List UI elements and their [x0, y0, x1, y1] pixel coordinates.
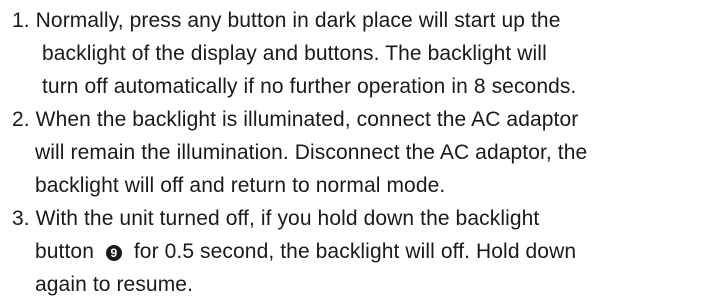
item-2-text-line-3: backlight will off and return to normal … [35, 174, 446, 197]
item-2-text-line-2: will remain the illumination. Disconnect… [35, 141, 588, 164]
item-1-text-line-3: turn off automatically if no further ope… [42, 75, 577, 98]
backlight-button-symbol-icon: 9 [105, 245, 122, 261]
item-3-text-line-1: With the unit turned off, if you hold do… [35, 207, 540, 230]
instruction-text-block: 1. Normally, press any button in dark pl… [0, 0, 709, 299]
item-1-text-line-1: Normally, press any button in dark place… [35, 9, 561, 32]
item-1-number: 1. [12, 9, 30, 32]
item-3-text-line-3: again to resume. [35, 273, 194, 296]
item-3-number: 3. [12, 207, 30, 230]
item-3-line-2: button 9 for 0.5 second, the backlight w… [35, 239, 576, 265]
item-3-text-line-2-before: button [35, 240, 94, 263]
item-3-line-1: 3. With the unit turned off, if you hold… [12, 206, 539, 232]
item-2-text-line-1: When the backlight is illuminated, conne… [35, 108, 579, 131]
item-1-text-line-2: backlight of the display and buttons. Th… [42, 42, 547, 65]
item-2-number: 2. [12, 108, 30, 131]
item-3-text-line-2-after: for 0.5 second, the backlight will off. … [133, 240, 577, 263]
item-1-line-1: 1. Normally, press any button in dark pl… [12, 8, 560, 34]
item-2-line-1: 2. When the backlight is illuminated, co… [12, 107, 578, 133]
